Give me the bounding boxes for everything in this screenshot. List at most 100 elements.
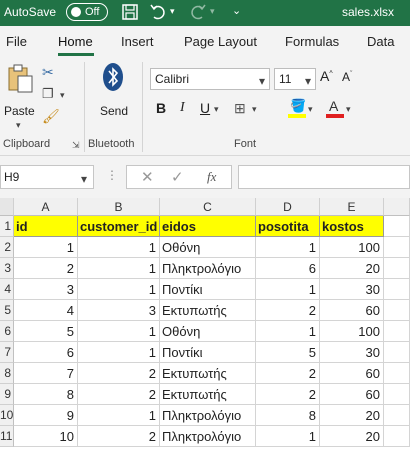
table-cell[interactable]: 2: [78, 426, 160, 447]
table-cell[interactable]: 8: [256, 405, 320, 426]
row-header[interactable]: 4: [0, 279, 14, 300]
bold-button[interactable]: B: [156, 100, 166, 116]
table-cell[interactable]: 1: [78, 405, 160, 426]
redo-dropdown-icon[interactable]: ▾: [210, 6, 215, 17]
name-box-dropdown-icon[interactable]: ▾: [81, 172, 87, 186]
table-cell[interactable]: Ποντίκι: [160, 279, 256, 300]
enter-icon[interactable]: ✓: [171, 168, 184, 186]
table-cell[interactable]: 1: [78, 279, 160, 300]
table-cell[interactable]: 1: [256, 237, 320, 258]
undo-dropdown-icon[interactable]: ▾: [170, 6, 175, 17]
empty-cell[interactable]: [384, 237, 410, 258]
column-header-f[interactable]: [384, 198, 410, 216]
tab-home[interactable]: Home: [58, 34, 93, 49]
empty-cell[interactable]: [384, 216, 410, 237]
tab-insert[interactable]: Insert: [121, 34, 154, 49]
underline-dropdown-icon[interactable]: ▾: [214, 104, 219, 115]
table-cell[interactable]: 20: [320, 405, 384, 426]
table-cell[interactable]: Πληκτρολόγιο: [160, 405, 256, 426]
table-cell[interactable]: 1: [256, 426, 320, 447]
decrease-font-icon[interactable]: Aˇ: [342, 70, 352, 84]
row-header[interactable]: 1: [0, 216, 14, 237]
table-cell[interactable]: 8: [14, 384, 78, 405]
row-header[interactable]: 6: [0, 321, 14, 342]
font-size-select[interactable]: 11 ▾: [274, 68, 316, 90]
header-cell[interactable]: id: [14, 216, 78, 237]
empty-cell[interactable]: [384, 258, 410, 279]
bluetooth-send-button[interactable]: Send: [98, 62, 130, 122]
copy-icon[interactable]: ❐: [42, 86, 54, 102]
table-cell[interactable]: 3: [14, 279, 78, 300]
clipboard-launcher-icon[interactable]: ⇲: [72, 140, 80, 151]
table-cell[interactable]: 2: [14, 258, 78, 279]
tab-formulas[interactable]: Formulas: [285, 34, 339, 49]
paste-dropdown-icon[interactable]: ▾: [16, 120, 21, 131]
font-name-dropdown-icon[interactable]: ▾: [259, 74, 265, 88]
table-cell[interactable]: 20: [320, 258, 384, 279]
table-cell[interactable]: 1: [78, 237, 160, 258]
table-cell[interactable]: Οθόνη: [160, 237, 256, 258]
table-cell[interactable]: 60: [320, 363, 384, 384]
cut-icon[interactable]: ✂: [42, 64, 54, 81]
table-cell[interactable]: 2: [78, 384, 160, 405]
underline-button[interactable]: U: [200, 100, 210, 116]
row-header[interactable]: 3: [0, 258, 14, 279]
header-cell[interactable]: customer_id: [78, 216, 160, 237]
column-header-a[interactable]: A: [14, 198, 78, 216]
select-all-corner[interactable]: [0, 198, 14, 216]
header-cell[interactable]: posotita: [256, 216, 320, 237]
tab-page-layout[interactable]: Page Layout: [184, 34, 257, 49]
column-header-c[interactable]: C: [160, 198, 256, 216]
row-header[interactable]: 8: [0, 363, 14, 384]
table-cell[interactable]: 5: [256, 342, 320, 363]
header-cell[interactable]: eidos: [160, 216, 256, 237]
table-cell[interactable]: 60: [320, 300, 384, 321]
font-size-dropdown-icon[interactable]: ▾: [305, 74, 311, 88]
empty-cell[interactable]: [384, 384, 410, 405]
table-cell[interactable]: 1: [256, 321, 320, 342]
empty-cell[interactable]: [384, 405, 410, 426]
column-header-d[interactable]: D: [256, 198, 320, 216]
table-cell[interactable]: 1: [78, 321, 160, 342]
autosave-toggle[interactable]: Off: [66, 3, 108, 21]
table-cell[interactable]: Εκτυπωτής: [160, 384, 256, 405]
tab-data[interactable]: Data: [367, 34, 394, 49]
italic-button[interactable]: I: [180, 100, 185, 116]
insert-function-button[interactable]: fx: [207, 169, 216, 185]
empty-cell[interactable]: [384, 342, 410, 363]
table-cell[interactable]: Πληκτρολόγιο: [160, 258, 256, 279]
table-cell[interactable]: Εκτυπωτής: [160, 363, 256, 384]
customize-toolbar-icon[interactable]: ⌄: [232, 4, 241, 17]
table-cell[interactable]: 6: [256, 258, 320, 279]
column-header-b[interactable]: B: [78, 198, 160, 216]
table-cell[interactable]: 60: [320, 384, 384, 405]
row-header[interactable]: 7: [0, 342, 14, 363]
save-icon[interactable]: [120, 2, 140, 22]
fill-color-button[interactable]: 🪣: [288, 98, 306, 120]
paste-button[interactable]: Paste ▾: [4, 64, 36, 130]
table-cell[interactable]: 30: [320, 279, 384, 300]
tab-file[interactable]: File: [6, 34, 27, 49]
empty-cell[interactable]: [384, 279, 410, 300]
cancel-icon[interactable]: ✕: [141, 168, 154, 186]
table-cell[interactable]: 1: [78, 342, 160, 363]
empty-cell[interactable]: [384, 426, 410, 447]
row-header[interactable]: 11: [0, 426, 14, 447]
column-header-e[interactable]: E: [320, 198, 384, 216]
formula-bar-menu-icon[interactable]: ⋮: [106, 168, 118, 182]
table-cell[interactable]: 1: [78, 258, 160, 279]
table-cell[interactable]: Οθόνη: [160, 321, 256, 342]
table-cell[interactable]: Εκτυπωτής: [160, 300, 256, 321]
copy-dropdown-icon[interactable]: ▾: [60, 90, 65, 101]
table-cell[interactable]: 2: [78, 363, 160, 384]
table-cell[interactable]: 10: [14, 426, 78, 447]
table-cell[interactable]: 7: [14, 363, 78, 384]
redo-icon[interactable]: [188, 2, 208, 22]
table-cell[interactable]: Πληκτρολόγιο: [160, 426, 256, 447]
table-cell[interactable]: 4: [14, 300, 78, 321]
table-cell[interactable]: 2: [256, 384, 320, 405]
table-cell[interactable]: 100: [320, 237, 384, 258]
increase-font-icon[interactable]: A^: [320, 68, 333, 84]
row-header[interactable]: 2: [0, 237, 14, 258]
table-cell[interactable]: Ποντίκι: [160, 342, 256, 363]
